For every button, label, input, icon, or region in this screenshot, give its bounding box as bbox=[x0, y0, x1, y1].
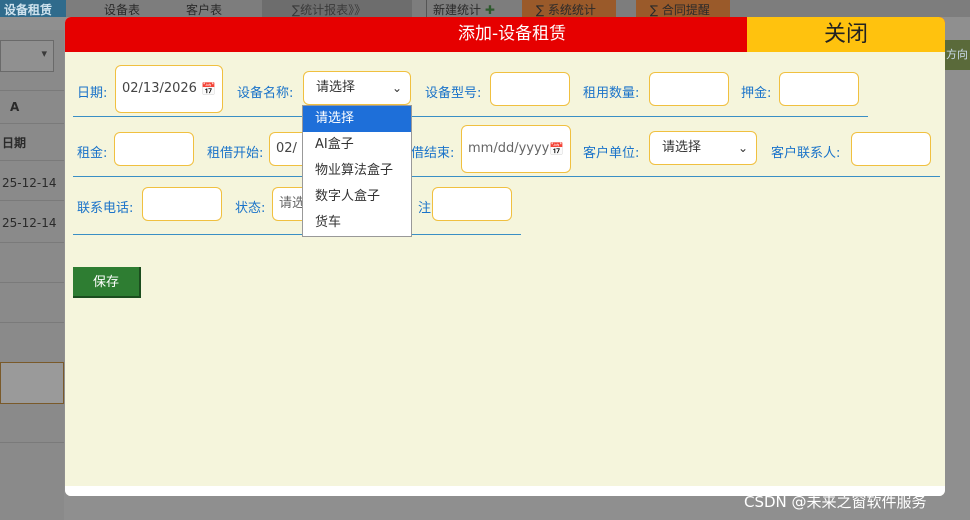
close-button[interactable]: 关闭 bbox=[747, 17, 945, 52]
device-name-label: 设备名称: bbox=[237, 86, 294, 101]
chevron-down-icon: ⌄ bbox=[391, 81, 402, 95]
tab-system-stat[interactable]: ∑ 系统统计 bbox=[522, 0, 616, 17]
customer-contact-input[interactable] bbox=[851, 132, 931, 166]
dropdown-option[interactable]: 货车 bbox=[303, 210, 411, 236]
background-highlight-row bbox=[0, 362, 64, 404]
date-field-group: 日期: 02/13/2026 📅 bbox=[73, 65, 233, 117]
customer-unit-select[interactable]: 请选择 ⌄ bbox=[649, 131, 757, 165]
rent-quantity-input[interactable] bbox=[649, 72, 729, 106]
watermark: CSDN @未来之窗软件服务 bbox=[744, 493, 927, 511]
dropdown-option[interactable]: 数字人盒子 bbox=[303, 184, 411, 210]
table-row-divider bbox=[0, 322, 64, 323]
table-row-divider bbox=[0, 442, 64, 443]
customer-field-group: 客户单位: 请选择 ⌄ 客户联系人: bbox=[579, 125, 940, 177]
table-row-divider bbox=[0, 282, 64, 283]
device-model-label: 设备型号: bbox=[425, 86, 482, 101]
table-row-divider bbox=[0, 160, 64, 161]
table-row: 25-12-14 bbox=[2, 216, 57, 230]
customer-contact-label: 客户联系人: bbox=[771, 146, 841, 161]
modal-title-bar: 添加-设备租赁 bbox=[65, 17, 747, 52]
rent-field-group: 租金: bbox=[73, 125, 203, 177]
chevron-down-icon: ⌄ bbox=[737, 141, 748, 155]
column-letter: A bbox=[10, 100, 20, 114]
tab-new-stat[interactable]: 新建统计 ✚ bbox=[426, 0, 508, 17]
date-label: 日期: bbox=[77, 86, 108, 101]
tab-device-rental[interactable]: 设备租赁 bbox=[0, 0, 66, 17]
rent-quantity-label: 租用数量: bbox=[583, 86, 640, 101]
calendar-icon: 📅 bbox=[201, 82, 216, 96]
row3-field-group: 联系电话: 状态: 请选 注: bbox=[73, 183, 521, 235]
dropdown-option[interactable]: AI盒子 bbox=[303, 132, 411, 158]
tab-customer-table[interactable]: 客户表 bbox=[186, 0, 222, 17]
chevron-down-icon: ▾ bbox=[41, 47, 47, 60]
rent-end-placeholder: mm/dd/yyyy bbox=[468, 141, 550, 156]
dropdown-option[interactable]: 请选择 bbox=[303, 106, 411, 132]
modal-header: 添加-设备租赁 关闭 bbox=[65, 17, 945, 52]
save-button[interactable]: 保存 bbox=[73, 267, 141, 298]
tab-stat-report[interactable]: ∑统计报表》》 bbox=[262, 0, 412, 17]
rent-start-label: 租借开始: bbox=[207, 146, 264, 161]
table-row-divider bbox=[0, 123, 64, 124]
phone-label: 联系电话: bbox=[77, 201, 134, 216]
deposit-input[interactable] bbox=[779, 72, 859, 106]
dropdown-option[interactable]: 物业算法盒子 bbox=[303, 158, 411, 184]
table-row-divider bbox=[0, 90, 64, 91]
customer-unit-selected: 请选择 bbox=[662, 140, 702, 155]
customer-unit-label: 客户单位: bbox=[583, 146, 640, 161]
device-name-selected: 请选择 bbox=[316, 80, 356, 95]
tab-new-stat-label: 新建统计 bbox=[433, 3, 482, 17]
date-value: 02/13/2026 bbox=[122, 81, 197, 96]
status-label: 状态: bbox=[235, 201, 266, 216]
plus-icon: ✚ bbox=[484, 3, 495, 17]
table-row-divider bbox=[0, 200, 64, 201]
column-header-date: 日期 bbox=[2, 136, 27, 150]
tab-device-table[interactable]: 设备表 bbox=[104, 0, 140, 17]
date-input[interactable]: 02/13/2026 📅 bbox=[115, 65, 223, 113]
table-row: 25-12-14 bbox=[2, 176, 57, 190]
deposit-label: 押金: bbox=[741, 86, 772, 101]
phone-input[interactable] bbox=[142, 187, 222, 221]
rent-end-label: 借结束: bbox=[411, 146, 455, 161]
background-direction-button[interactable]: 方向 bbox=[944, 40, 970, 70]
background-select[interactable]: ▾ bbox=[0, 40, 54, 72]
remark-input[interactable] bbox=[432, 187, 512, 221]
table-row-divider bbox=[0, 242, 64, 243]
add-device-rental-modal: 添加-设备租赁 关闭 日期: 02/13/2026 📅 设备名称: 请选择 ⌄ … bbox=[65, 17, 945, 496]
tab-contract-reminder[interactable]: ∑ 合同提醒 bbox=[636, 0, 730, 17]
modal-title: 添加-设备租赁 bbox=[458, 24, 567, 44]
rent-end-input[interactable]: mm/dd/yyyy 📅 bbox=[461, 125, 571, 173]
rent-label: 租金: bbox=[77, 146, 108, 161]
calendar-icon: 📅 bbox=[549, 142, 564, 156]
background-right-area bbox=[945, 75, 970, 520]
device-name-dropdown: 请选择 AI盒子 物业算法盒子 数字人盒子 货车 bbox=[302, 105, 412, 237]
device-name-select[interactable]: 请选择 ⌄ bbox=[303, 71, 411, 105]
background-tab-bar: 设备租赁 设备表 客户表 ∑统计报表》》 新建统计 ✚ ∑ 系统统计 ∑ 合同提… bbox=[0, 0, 970, 17]
device-model-input[interactable] bbox=[490, 72, 570, 106]
rent-input[interactable] bbox=[114, 132, 194, 166]
